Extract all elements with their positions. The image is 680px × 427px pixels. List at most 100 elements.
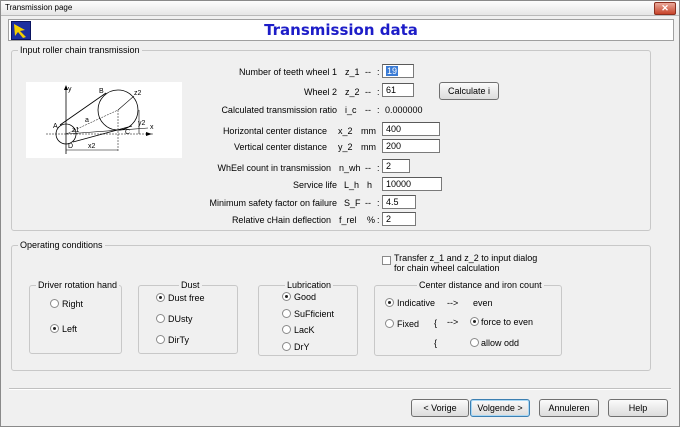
operating-group-legend: Operating conditions: [18, 240, 105, 250]
dust-free-label: Dust free: [168, 293, 205, 303]
center-indicative-radio[interactable]: [385, 298, 394, 307]
wheel2-colon: :: [377, 87, 380, 97]
vert-unit: mm: [361, 142, 376, 152]
diagram-z1-label: z1: [72, 127, 80, 134]
close-button[interactable]: ✕: [654, 2, 676, 15]
calculate-button[interactable]: Calculate i: [439, 82, 499, 100]
safety-input[interactable]: 4.5: [382, 195, 416, 209]
wheel-count-symbol: n_wh: [339, 163, 361, 173]
vert-label: Vertical center distance: [233, 142, 327, 152]
diagram-y2-label: y2: [138, 120, 146, 127]
lub-lack-label: LacK: [294, 325, 315, 335]
wheel-count-unit: --: [365, 163, 371, 173]
page-header: Transmission data: [8, 19, 674, 41]
allow-odd-radio[interactable]: [470, 338, 479, 347]
safety-unit: --: [365, 198, 371, 208]
cancel-button[interactable]: Annuleren: [539, 399, 599, 417]
center-even-label: even: [473, 298, 493, 308]
diagram-c-label: C: [125, 129, 130, 136]
dirty-label: DirTy: [168, 335, 189, 345]
page-title: Transmission data: [264, 21, 418, 39]
title-bar: Transmission page ✕: [1, 1, 679, 16]
driver-group-legend: Driver rotation hand: [36, 280, 120, 290]
transfer-label-line1: Transfer z_1 and z_2 to input dialog: [394, 253, 538, 263]
transfer-checkbox[interactable]: [382, 256, 391, 265]
wheel-count-label: WhEel count in transmission: [217, 163, 331, 173]
vert-input[interactable]: 200: [382, 139, 440, 153]
driver-left-label: Left: [62, 324, 78, 334]
prev-button[interactable]: < Vorige: [411, 399, 469, 417]
input-group-legend: Input roller chain transmission: [18, 45, 142, 55]
lub-dry-label: DrY: [294, 342, 310, 352]
center-indicative-label: Indicative: [397, 298, 436, 308]
vert-symbol: y_2: [338, 142, 353, 152]
wheel2-input[interactable]: 61: [382, 83, 414, 97]
ratio-value: 0.000000: [385, 105, 423, 115]
teeth-wheel1-input[interactable]: 19: [382, 64, 414, 78]
transmission-diagram: y B z2 A a z1 C x y2 D x2: [26, 82, 182, 158]
deflection-colon: :: [377, 215, 380, 225]
wheel2-label: Wheel 2: [303, 87, 337, 97]
help-button[interactable]: Help: [608, 399, 668, 417]
deflection-input[interactable]: 2: [382, 212, 416, 226]
window-title: Transmission page: [5, 3, 73, 12]
transfer-label-line2: for chain wheel calculation: [394, 263, 500, 273]
center-fixed-radio[interactable]: [385, 319, 394, 328]
teeth-wheel1-unit: --: [365, 67, 371, 77]
diagram-x2-label: x2: [88, 143, 96, 150]
wheel-count-colon: :: [377, 163, 380, 173]
ratio-symbol: i_c: [345, 105, 357, 115]
diagram-a-point-label: A: [53, 123, 58, 130]
force-even-label: force to even: [481, 317, 534, 327]
lubrication-group-legend: Lubrication: [285, 280, 334, 290]
service-life-label: Service life: [292, 180, 337, 190]
next-button[interactable]: Volgende >: [470, 399, 530, 417]
horiz-unit: mm: [361, 126, 376, 136]
dirty-radio[interactable]: [156, 335, 165, 344]
driver-left-radio[interactable]: [50, 324, 59, 333]
force-even-radio[interactable]: [470, 317, 479, 326]
allow-odd-label: allow odd: [481, 338, 520, 348]
wheel2-symbol: z_2: [345, 87, 360, 97]
deflection-label: Relative cHain deflection: [231, 215, 331, 225]
center-brace-1: {: [434, 318, 438, 328]
center-arrow-1: -->: [447, 298, 459, 308]
service-life-input[interactable]: 10000: [382, 177, 442, 191]
ratio-colon: :: [377, 105, 380, 115]
center-group-legend: Center distance and iron count: [417, 280, 544, 290]
transmission-window: Transmission page ✕ Transmission data In…: [0, 0, 680, 427]
footer-separator: [9, 388, 671, 390]
diagram-x-label: x: [150, 124, 154, 131]
lub-sufficient-radio[interactable]: [282, 309, 291, 318]
driver-right-label: Right: [62, 299, 84, 309]
horiz-input[interactable]: 400: [382, 122, 440, 136]
diagram-a-label: a: [85, 117, 89, 124]
center-arrow-2: -->: [447, 317, 459, 327]
teeth-wheel1-symbol: z_1: [345, 67, 360, 77]
driver-group: Driver rotation hand: [29, 280, 122, 354]
service-life-unit: h: [367, 180, 373, 190]
teeth-wheel1-colon: :: [377, 67, 380, 77]
dusty-radio[interactable]: [156, 314, 165, 323]
service-life-symbol: L_h: [344, 180, 360, 190]
deflection-unit: %: [367, 215, 376, 225]
lub-good-radio[interactable]: [282, 292, 291, 301]
horiz-label: Horizontal center distance: [222, 126, 327, 136]
teeth-wheel1-value: 19: [386, 66, 399, 76]
dust-free-radio[interactable]: [156, 293, 165, 302]
center-brace-2: {: [434, 338, 438, 348]
dusty-label: DUsty: [168, 314, 193, 324]
diagram-b-label: B: [99, 88, 104, 95]
wheel-count-input[interactable]: 2: [382, 159, 410, 173]
driver-right-radio[interactable]: [50, 299, 59, 308]
diagram-d-label: D: [68, 143, 73, 150]
lub-dry-radio[interactable]: [282, 342, 291, 351]
dust-group-legend: Dust: [179, 280, 202, 290]
lub-lack-radio[interactable]: [282, 325, 291, 334]
ratio-unit: --: [365, 105, 371, 115]
center-fixed-label: Fixed: [397, 319, 420, 329]
safety-symbol: S_F: [344, 198, 361, 208]
safety-colon: :: [377, 198, 380, 208]
diagram-y-label: y: [68, 86, 72, 93]
lub-good-label: Good: [294, 292, 317, 302]
